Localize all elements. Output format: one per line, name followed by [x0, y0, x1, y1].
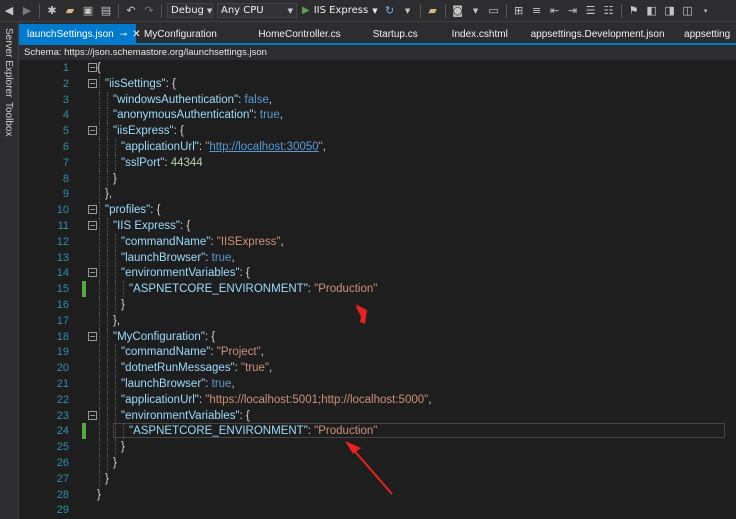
- forward-icon[interactable]: ▶: [18, 2, 36, 20]
- tab-appsettings[interactable]: appsetting: [676, 24, 736, 44]
- save-all-icon[interactable]: ▤: [97, 2, 115, 20]
- refresh-icon[interactable]: ↻: [381, 2, 399, 20]
- folder-icon[interactable]: ▰: [424, 2, 442, 20]
- overflow-icon[interactable]: ▾: [697, 2, 715, 20]
- schema-label: Schema: https://json.schemastore.org/lau…: [24, 47, 267, 58]
- toolbar-separator: [505, 3, 507, 18]
- document-tabs: launchSettings.json ⊸ ✕ MyConfiguration …: [19, 22, 736, 44]
- tab-label: HomeController.cs: [258, 28, 341, 40]
- chevron-down-icon: ▼: [206, 6, 213, 15]
- server-explorer-tab[interactable]: Server Explorer: [3, 28, 14, 97]
- new-project-icon[interactable]: ✱: [43, 2, 61, 20]
- bookmark-icon[interactable]: ⚑: [625, 2, 643, 20]
- tab-homecontroller-cs[interactable]: HomeController.cs: [242, 24, 352, 44]
- uncomment-icon[interactable]: ☷: [600, 2, 618, 20]
- redo-icon[interactable]: ↷: [140, 2, 158, 20]
- platform-value: Any CPU: [221, 5, 264, 16]
- clear-bookmarks-icon[interactable]: ◫: [679, 2, 697, 20]
- format-icon[interactable]: ⊞: [510, 2, 528, 20]
- browser-link-icon[interactable]: ▭: [485, 2, 503, 20]
- chevron-down-icon: ▼: [372, 6, 378, 15]
- tab-label: MyConfiguration: [144, 28, 217, 40]
- schema-bar: Schema: https://json.schemastore.org/lau…: [19, 45, 736, 60]
- toolbar-separator: [39, 3, 40, 18]
- tab-index-cshtml[interactable]: Index.cshtml: [436, 24, 519, 44]
- tab-label: appsettings.Development.json: [530, 28, 665, 40]
- run-button[interactable]: ▶ IIS Express ▼: [302, 5, 378, 16]
- platform-select[interactable]: Any CPU ▼: [217, 3, 297, 18]
- outdent-icon[interactable]: ⇤: [546, 2, 564, 20]
- side-tool-tabs: Server Explorer Toolbox: [0, 22, 19, 519]
- run-target-label: IIS Express: [313, 5, 369, 16]
- tab-label: Startup.cs: [372, 28, 418, 40]
- toolbar-separator: [444, 3, 446, 18]
- dropdown-icon[interactable]: ▼: [467, 2, 485, 20]
- toolbar-separator: [419, 3, 421, 18]
- tab-startup-cs[interactable]: Startup.cs: [353, 24, 436, 44]
- annotation-arrow-2-shaft: [351, 447, 393, 495]
- toolbar: ◀ ▶ ✱ ▰ ▣ ▤ ↶ ↷ Debug ▼ Any CPU ▼ ▶ IIS …: [0, 0, 736, 22]
- tab-appsettings-development-json[interactable]: appsettings.Development.json: [519, 24, 676, 44]
- undo-icon[interactable]: ↶: [122, 2, 140, 20]
- toolbox-tab[interactable]: Toolbox: [3, 102, 14, 136]
- toolbar-separator: [118, 3, 119, 18]
- code-editor[interactable]: 1−{2− "iisSettings": {3 "windowsAuthentica…: [19, 60, 736, 519]
- tab-myconfiguration[interactable]: MyConfiguration: [136, 24, 242, 44]
- toolbar-separator: [161, 3, 162, 18]
- chevron-down-icon: ▼: [287, 6, 293, 15]
- tab-label: appsetting: [684, 28, 731, 40]
- open-folder-icon[interactable]: ▰: [61, 2, 79, 20]
- comment-icon[interactable]: ☰: [582, 2, 600, 20]
- play-icon: ▶: [302, 5, 310, 16]
- tab-label: Index.cshtml: [451, 28, 508, 40]
- next-bookmark-icon[interactable]: ◨: [661, 2, 679, 20]
- tab-label: launchSettings.json: [27, 28, 114, 40]
- indent-icon[interactable]: ⇥: [564, 2, 582, 20]
- back-icon[interactable]: ◀: [0, 2, 18, 20]
- toolbar-separator: [620, 3, 622, 18]
- camera-icon[interactable]: ◙: [449, 2, 467, 20]
- pin-icon[interactable]: ⊸: [120, 29, 128, 40]
- annotation-arrows: [345, 304, 393, 495]
- configuration-value: Debug: [171, 5, 204, 16]
- align-icon[interactable]: ≡: [528, 2, 546, 20]
- prev-bookmark-icon[interactable]: ◧: [643, 2, 661, 20]
- tab-launchsettings-json[interactable]: launchSettings.json ⊸ ✕: [19, 24, 141, 44]
- save-icon[interactable]: ▣: [79, 2, 97, 20]
- configuration-select[interactable]: Debug ▼: [167, 3, 213, 18]
- annotation-arrow-2-head: [345, 441, 361, 454]
- dropdown-icon[interactable]: ▼: [399, 2, 417, 20]
